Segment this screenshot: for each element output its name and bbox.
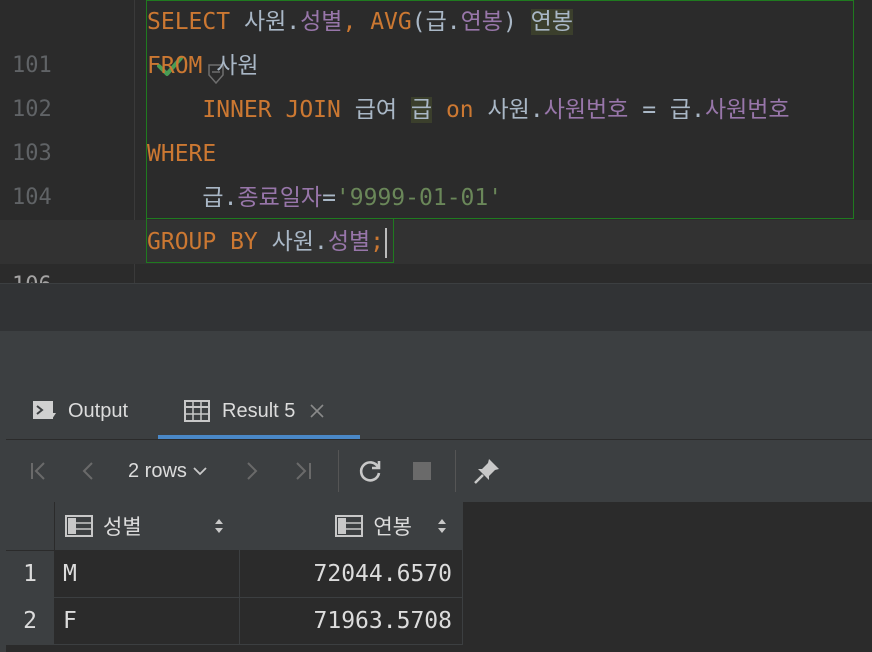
tab-output[interactable]: Output [32,383,128,439]
code-text: FROM 사원 [147,53,259,79]
tab-label: Result 5 [222,399,296,422]
grid-corner [6,502,54,550]
next-page-icon[interactable] [236,456,266,486]
console-icon [32,400,58,422]
last-page-icon[interactable] [288,456,318,486]
code-line-102[interactable]: 102 FROM 사원 [0,44,872,122]
code-line-104[interactable]: 104 WHERE [0,132,872,210]
table-icon [184,400,210,422]
table-cell[interactable]: M [55,551,239,597]
code-line-106[interactable]: 106 GROUP BY 사원.성별; [0,220,872,304]
sql-editor[interactable]: 101 SELECT 사원.성별, AVG(급.연봉) 연봉 102 FROM … [0,0,872,304]
chevron-down-icon [193,466,207,476]
panel-header-strip [0,331,872,383]
first-page-icon[interactable] [24,456,54,486]
toolbar-separator [455,450,456,492]
code-line-101[interactable]: 101 SELECT 사원.성별, AVG(급.연봉) 연봉 [0,0,872,85]
column-header-label: 성별 [103,515,142,539]
grid-line [239,502,240,644]
toolbar-separator [338,450,339,492]
code-line-105[interactable]: 105 급.종료일자='9999-01-01' [0,176,872,254]
fold-end-marker-icon[interactable] [124,232,224,304]
stop-icon[interactable] [407,456,437,486]
column-header-성별[interactable]: 성별 [55,502,239,550]
table-cell[interactable]: 72044.6570 [240,551,462,597]
fold-marker-icon[interactable] [124,12,224,85]
code-text: 급.종료일자='9999-01-01' [202,185,503,211]
column-header-label: 연봉 [373,515,412,539]
rows-count-dropdown[interactable]: 2 rows [128,456,207,486]
column-header-연봉[interactable]: 연봉 [240,502,462,550]
row-number[interactable]: 2 [6,598,54,644]
tab-result-5[interactable]: Result 5 [158,383,360,439]
execution-success-check-icon [74,0,184,76]
editor-panel-divider [0,283,872,332]
rows-count-label: 2 rows [128,460,187,482]
grid-line [6,644,463,645]
pin-icon[interactable] [472,456,502,486]
result-toolbar: 2 rows [6,439,872,502]
column-icon [335,515,364,537]
code-text: GROUP BY 사원.성별; [147,220,388,264]
panel-tabs: Output Result 5 [0,383,872,439]
code-text: WHERE [147,141,217,167]
grid-line [6,597,463,598]
table-cell[interactable]: 71963.5708 [240,598,462,644]
sort-icon[interactable] [213,517,225,535]
text-caret [385,227,388,258]
previous-page-icon[interactable] [74,456,104,486]
sort-icon[interactable] [436,517,448,535]
grid-line [462,502,463,644]
row-number[interactable]: 1 [6,551,54,597]
tab-label: Output [68,399,129,422]
code-text: INNER JOIN 급여 급 on 사원.사원번호 = 급.사원번호 [202,97,790,123]
code-line-103[interactable]: 103 INNER JOIN 급여 급 on 사원.사원번호 = 급.사원번호 [0,88,872,166]
result-grid[interactable]: 성별 연봉 1 M 72044.6570 2 F 71963.5708 [6,502,872,652]
table-cell[interactable]: F [55,598,239,644]
services-panel: Output Result 5 2 rows 성별 연봉 1 M 72044.6… [0,331,872,652]
close-icon[interactable] [309,403,325,419]
column-icon [65,515,93,537]
refresh-icon[interactable] [355,456,385,486]
code-text: SELECT 사원.성별, AVG(급.연봉) 연봉 [147,9,573,35]
